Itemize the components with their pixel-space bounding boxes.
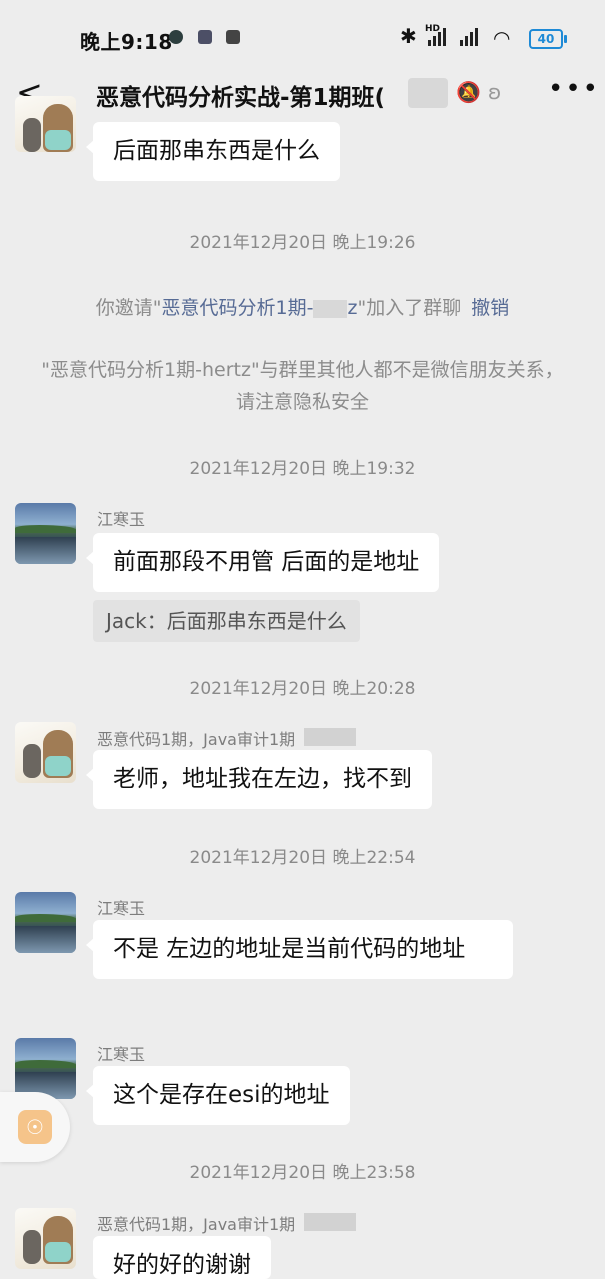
signal-icon (460, 28, 478, 46)
mute-bell-icon: 🔕 (456, 80, 481, 104)
undo-link[interactable]: 撤销 (471, 297, 509, 319)
avatar[interactable] (15, 503, 76, 564)
sender-name: 恶意代码1期，Java审计1期 (97, 730, 296, 749)
message-bubble[interactable]: 后面那串东西是什么 (86, 122, 340, 181)
avatar[interactable] (15, 892, 76, 953)
message-timestamp: 2021年12月20日 晚上22:54 (189, 848, 416, 868)
signal-icon (428, 28, 446, 46)
notice-text: "加入了群聊 (357, 297, 462, 319)
notice-text: 你邀请" (95, 297, 162, 319)
redacted-block (304, 1213, 356, 1231)
chat-title: 恶意代码分析实战-第1期班( (96, 85, 386, 111)
accessibility-icon: ☉ (18, 1110, 52, 1144)
app-notification-icon (169, 30, 183, 44)
sender-name: 恶意代码1期，Java审计1期 (97, 1215, 296, 1234)
redacted-block (304, 728, 356, 746)
sender-name: 江寒玉 (97, 899, 146, 918)
bluetooth-icon: ✱ (400, 24, 417, 48)
avatar[interactable] (15, 1208, 76, 1269)
member-link-suffix[interactable]: z (347, 297, 357, 319)
message-bubble[interactable]: 这个是存在esi的地址 (86, 1066, 350, 1125)
message-timestamp: 2021年12月20日 晚上19:32 (189, 459, 416, 479)
message-timestamp: 2021年12月20日 晚上23:58 (189, 1163, 416, 1183)
redacted-block (408, 78, 448, 108)
message-bubble[interactable]: 老师，地址我在左边，找不到 (86, 750, 432, 809)
chat-header: < 恶意代码分析实战-第1期班( 🔕 ʚ ••• (0, 72, 605, 116)
earpiece-icon: ʚ (488, 80, 502, 104)
avatar[interactable] (15, 722, 76, 783)
message-bubble[interactable]: 前面那段不用管 后面的是地址 (85, 533, 440, 592)
avatar[interactable] (15, 1038, 76, 1099)
member-link[interactable]: 恶意代码分析1期- (162, 297, 314, 319)
message-timestamp: 2021年12月20日 晚上20:28 (189, 679, 416, 699)
battery-indicator: 40 (529, 29, 567, 49)
sender-name: 江寒玉 (97, 1045, 146, 1064)
message-bubble[interactable]: 好的好的谢谢 (93, 1236, 271, 1279)
sender-name: 江寒玉 (97, 510, 146, 529)
wifi-icon: ◠ (493, 26, 511, 50)
system-notice: 你邀请"恶意代码分析1期-z"加入了群聊 撤销 (40, 292, 565, 324)
status-time: 晚上9:18 (80, 30, 173, 54)
quoted-message[interactable]: Jack：后面那串东西是什么 (93, 600, 360, 642)
message-bubble[interactable]: 不是 左边的地址是当前代码的地址 (86, 920, 513, 979)
redacted-block (313, 299, 348, 318)
avatar[interactable] (15, 96, 76, 152)
app-notification-icon (198, 30, 212, 44)
message-timestamp: 2021年12月20日 晚上19:26 (189, 233, 416, 253)
app-notification-icon (226, 30, 240, 44)
more-options-icon[interactable]: ••• (548, 74, 600, 104)
privacy-notice: "恶意代码分析1期-hertz"与群里其他人都不是微信朋友关系，请注意隐私安全 (41, 359, 564, 413)
status-bar: 晚上9:18 ✱ HD ◠ 40 (0, 0, 605, 72)
floating-assist-button[interactable]: ☉ (0, 1092, 70, 1162)
